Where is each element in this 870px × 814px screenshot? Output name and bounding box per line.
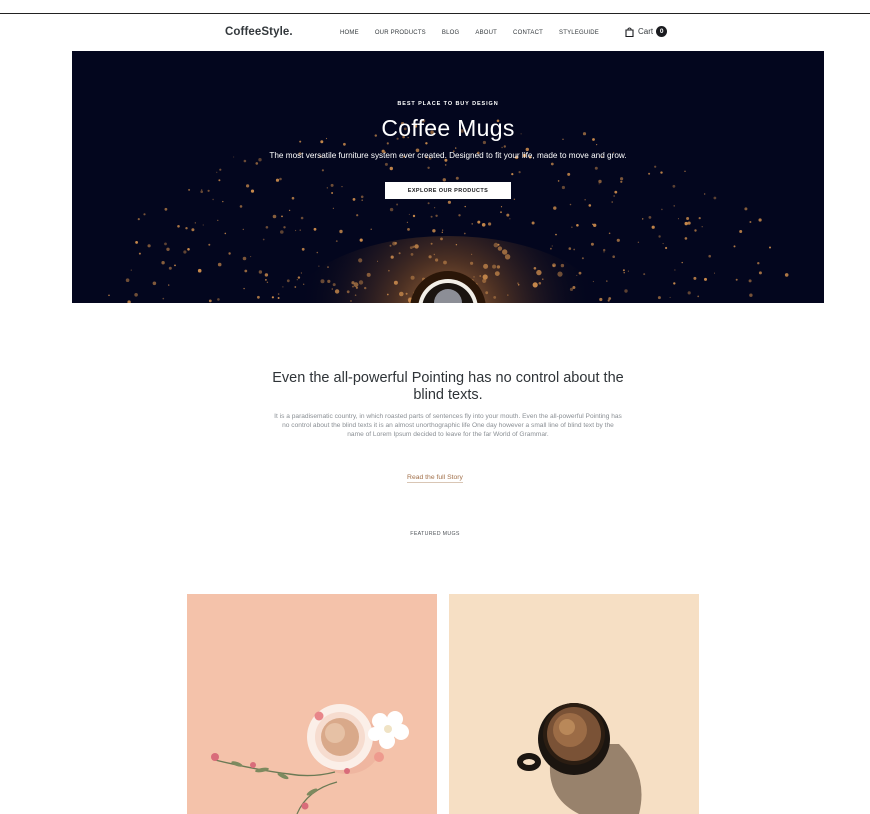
black-coffee-mug-image: [449, 594, 699, 814]
hero-eyebrow: BEST PLACE TO BUY DESIGN: [397, 101, 499, 107]
nav-link-about[interactable]: ABOUT: [475, 30, 497, 36]
read-story-link-wrap: Read the full Story: [0, 466, 870, 484]
brand-logo[interactable]: CoffeeStyle.: [225, 26, 293, 38]
nav-link-home[interactable]: HOME: [340, 30, 359, 36]
hero-subtitle: The most versatile furniture system ever…: [269, 151, 627, 160]
cart-button[interactable]: Cart 0: [625, 26, 668, 37]
read-full-story-link[interactable]: Read the full Story: [407, 474, 463, 483]
product-card-pink-cup[interactable]: [187, 594, 437, 814]
cart-count-badge: 0: [656, 26, 668, 37]
cart-label: Cart: [638, 27, 654, 36]
featured-mugs-label: FEATURED MUGS: [410, 531, 460, 537]
nav-link-our-products[interactable]: OUR PRODUCTS: [375, 30, 426, 36]
intro-heading: Even the all-powerful Pointing has no co…: [272, 370, 624, 403]
navbar: CoffeeStyle. HOME OUR PRODUCTS BLOG ABOU…: [0, 20, 870, 48]
nav-links: HOME OUR PRODUCTS BLOG ABOUT CONTACT STY…: [340, 30, 615, 36]
nav-link-blog[interactable]: BLOG: [442, 30, 459, 36]
hero-banner: BEST PLACE TO BUY DESIGN Coffee Mugs The…: [72, 51, 824, 303]
explore-products-button[interactable]: EXPLORE OUR PRODUCTS: [385, 182, 511, 199]
nav-link-styleguide[interactable]: STYLEGUIDE: [559, 30, 599, 36]
nav-link-contact[interactable]: CONTACT: [513, 30, 543, 36]
coffee-beans-splash-image: [72, 51, 824, 303]
hero-title: Coffee Mugs: [381, 115, 515, 141]
top-rule: [0, 13, 870, 14]
intro-body: It is a paradisematic country, in which …: [274, 413, 622, 439]
product-card-black-mug[interactable]: [449, 594, 699, 814]
pink-cup-flowers-image: [187, 594, 437, 814]
shopping-bag-icon: [625, 27, 634, 37]
